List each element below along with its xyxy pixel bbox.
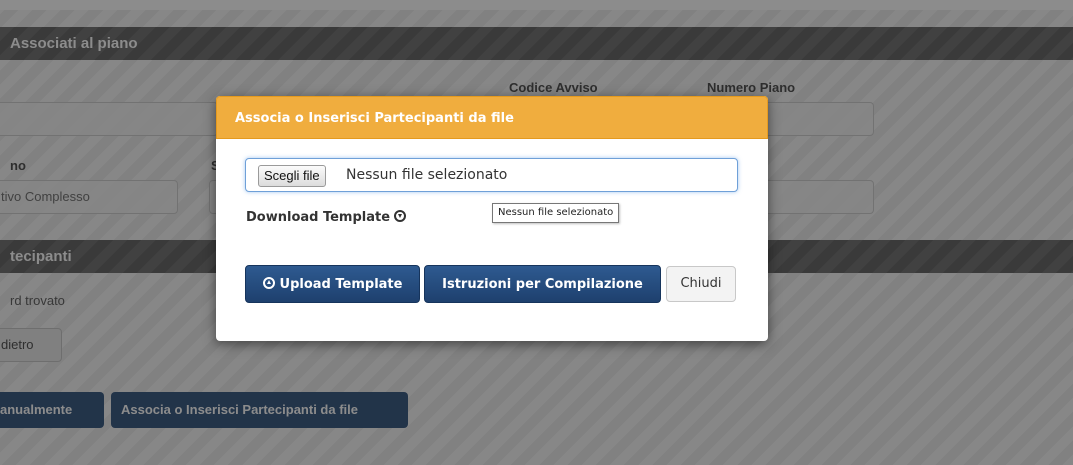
modal-title: Associa o Inserisci Partecipanti da file xyxy=(216,96,768,139)
chiudi-label: Chiudi xyxy=(680,276,722,291)
choose-file-button[interactable]: Scegli file xyxy=(258,165,326,187)
upload-circle-icon xyxy=(262,277,275,289)
upload-modal: Associa o Inserisci Partecipanti da file… xyxy=(216,96,768,341)
download-circle-icon xyxy=(394,210,407,222)
upload-template-label: Upload Template xyxy=(279,277,403,292)
upload-template-button[interactable]: Upload Template xyxy=(245,265,420,303)
istruzioni-label: Istruzioni per Compilazione xyxy=(442,277,643,292)
chiudi-button[interactable]: Chiudi xyxy=(666,266,736,302)
file-input[interactable]: Scegli file Nessun file selezionato xyxy=(245,158,738,192)
download-template-link[interactable]: Download Template xyxy=(246,210,407,225)
download-template-label: Download Template xyxy=(246,210,391,225)
file-name-text: Nessun file selezionato xyxy=(346,167,508,183)
file-tooltip: Nessun file selezionato xyxy=(492,203,620,223)
istruzioni-button[interactable]: Istruzioni per Compilazione xyxy=(424,265,661,303)
